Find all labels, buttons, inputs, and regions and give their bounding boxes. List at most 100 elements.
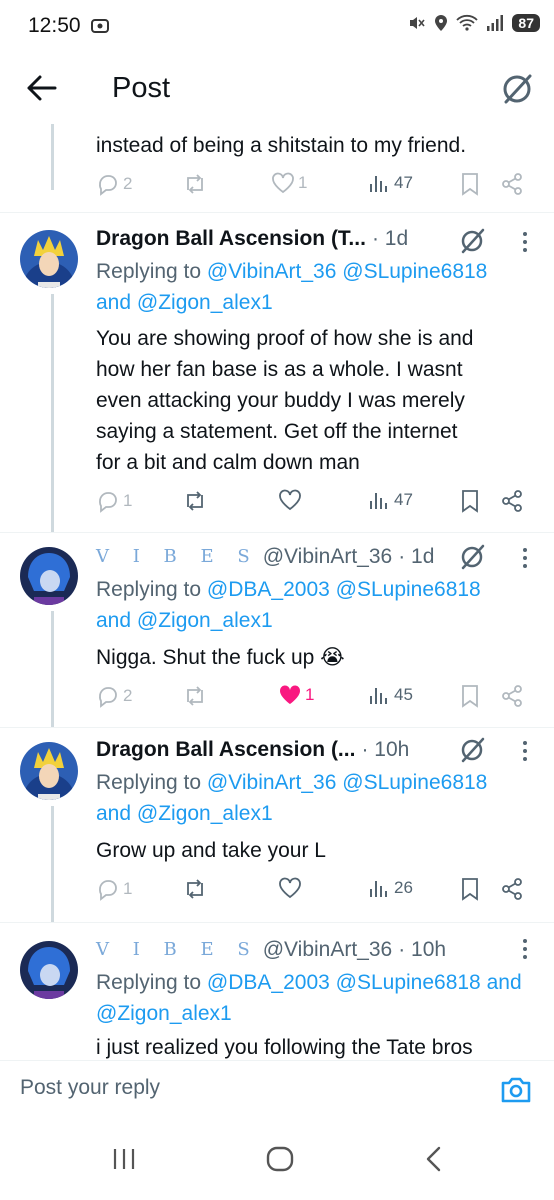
- grok-icon[interactable]: [500, 72, 534, 111]
- replying-label: Replying to: [96, 771, 202, 794]
- mention-link[interactable]: @Zigon_alex1: [137, 291, 273, 314]
- repost-button[interactable]: [182, 877, 208, 901]
- author-name[interactable]: Dragon Ball Ascension (T...: [96, 224, 366, 254]
- status-bar: 12:50 87: [0, 0, 554, 54]
- post-actions: 1 26: [96, 877, 530, 907]
- like-button[interactable]: 1: [278, 684, 314, 706]
- author-handle[interactable]: @VibinArt_36: [263, 935, 393, 965]
- reply-button[interactable]: 2: [96, 684, 132, 708]
- bookmark-button[interactable]: [460, 489, 480, 513]
- system-nav-bar: [0, 1126, 554, 1200]
- more-options-icon[interactable]: [522, 546, 528, 575]
- signal-icon: [487, 15, 504, 31]
- share-icon: [502, 490, 522, 512]
- reply-input[interactable]: Post your reply: [20, 1076, 160, 1100]
- post-text: You are showing proof of how she is and …: [96, 327, 474, 474]
- views-button[interactable]: 26: [368, 877, 413, 899]
- thread-line: [51, 806, 54, 922]
- views-icon: [370, 688, 387, 704]
- author-handle[interactable]: @VibinArt_36: [263, 542, 393, 572]
- reply-button[interactable]: 2: [96, 172, 132, 196]
- views-button[interactable]: 47: [368, 172, 413, 194]
- share-button[interactable]: [500, 489, 524, 513]
- more-options-icon[interactable]: [522, 739, 528, 768]
- views-button[interactable]: 47: [368, 489, 413, 511]
- repost-button[interactable]: [182, 172, 208, 196]
- replying-label: Replying to: [96, 578, 202, 601]
- mention-link[interactable]: @Zigon_alex1: [137, 609, 273, 632]
- like-button[interactable]: [278, 489, 302, 511]
- author-name[interactable]: V I B E S: [96, 935, 259, 965]
- home-icon[interactable]: [266, 1146, 294, 1177]
- share-button[interactable]: [500, 877, 524, 901]
- mention-link[interactable]: @DBA_2003 @SLupine6818: [207, 578, 481, 601]
- reply-composer[interactable]: Post your reply: [0, 1060, 554, 1123]
- heart-icon: [279, 489, 301, 511]
- header: Post: [0, 54, 554, 124]
- repost-icon: [187, 174, 203, 194]
- divider: [0, 532, 554, 533]
- avatar[interactable]: [20, 941, 78, 999]
- post-text: instead of being a shitstain to my frien…: [96, 134, 467, 157]
- post-author-line: V I B E S @VibinArt_36 · 1d: [96, 542, 434, 572]
- like-button[interactable]: 1: [271, 172, 307, 194]
- post-author-line: Dragon Ball Ascension (... · 10h: [96, 735, 409, 765]
- more-options-icon[interactable]: [522, 937, 528, 966]
- share-button[interactable]: [500, 172, 524, 196]
- camera-icon[interactable]: [500, 1075, 532, 1110]
- post-time: · 10h: [361, 738, 410, 761]
- location-icon: [435, 15, 448, 31]
- share-button[interactable]: [500, 684, 524, 708]
- repost-button[interactable]: [182, 489, 208, 513]
- bookmark-button[interactable]: [460, 684, 480, 708]
- views-count: 26: [394, 878, 413, 897]
- replying-to: Replying to @VibinArt_36 @SLupine6818: [96, 767, 487, 798]
- reply-icon: [99, 175, 117, 196]
- thread-line: [51, 124, 54, 190]
- replying-to-cont: @Zigon_alex1: [96, 998, 232, 1029]
- heart-icon: [279, 877, 301, 899]
- more-options-icon[interactable]: [522, 230, 528, 259]
- avatar[interactable]: [20, 547, 78, 605]
- bookmark-button[interactable]: [460, 877, 480, 901]
- grok-icon[interactable]: [458, 736, 486, 769]
- avatar[interactable]: [20, 230, 78, 288]
- like-button[interactable]: [278, 877, 302, 899]
- views-count: 47: [394, 173, 413, 192]
- replying-to-cont: and @Zigon_alex1: [96, 605, 273, 636]
- bookmark-button[interactable]: [460, 172, 480, 196]
- bookmark-icon: [462, 685, 478, 708]
- recent-apps-icon[interactable]: [111, 1146, 137, 1177]
- reply-button[interactable]: 1: [96, 877, 132, 901]
- repost-icon: [187, 686, 203, 706]
- mention-link[interactable]: @Zigon_alex1: [137, 802, 273, 825]
- avatar[interactable]: [20, 742, 78, 800]
- like-count: 1: [298, 173, 308, 192]
- reply-count: 1: [123, 879, 133, 898]
- mention-link[interactable]: @VibinArt_36 @SLupine6818: [207, 260, 487, 283]
- like-count: 1: [305, 685, 315, 704]
- author-name[interactable]: V I B E S: [96, 542, 259, 572]
- bookmark-icon: [462, 490, 478, 513]
- mention-link[interactable]: @VibinArt_36 @SLupine6818: [207, 771, 487, 794]
- author-name[interactable]: Dragon Ball Ascension (...: [96, 735, 355, 765]
- views-icon: [370, 176, 387, 192]
- grok-icon[interactable]: [458, 543, 486, 576]
- back-arrow-icon[interactable]: [26, 74, 58, 107]
- reply-icon: [99, 687, 117, 708]
- mention-link[interactable]: @DBA_2003 @SLupine6818: [207, 971, 481, 994]
- back-nav-icon[interactable]: [424, 1146, 444, 1177]
- replying-to-cont: and @Zigon_alex1: [96, 287, 273, 318]
- reply-count: 2: [123, 174, 133, 193]
- reply-button[interactable]: 1: [96, 489, 132, 513]
- repost-button[interactable]: [182, 684, 208, 708]
- mention-link[interactable]: @Zigon_alex1: [96, 1002, 232, 1025]
- replying-to: Replying to @VibinArt_36 @SLupine6818: [96, 256, 487, 287]
- replying-label: Replying to: [96, 260, 202, 283]
- views-icon: [370, 493, 387, 509]
- views-button[interactable]: 45: [368, 684, 413, 706]
- share-icon: [502, 173, 522, 195]
- heart-icon: [272, 172, 294, 194]
- post-time: · 10h: [398, 938, 447, 961]
- reply-count: 1: [123, 491, 133, 510]
